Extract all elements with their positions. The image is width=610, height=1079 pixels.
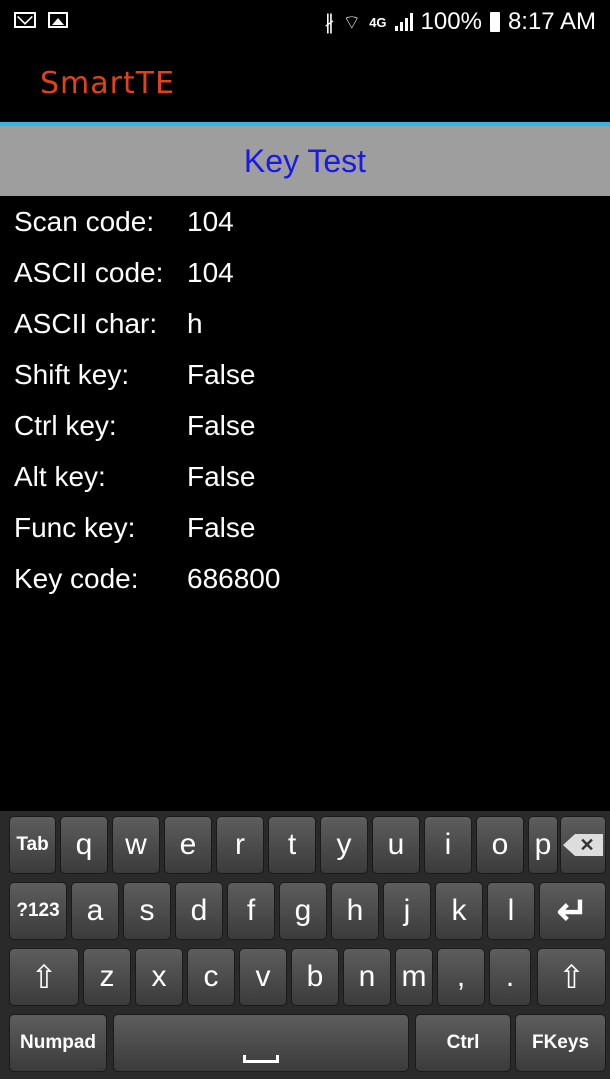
key-x[interactable]: x (135, 948, 183, 1006)
enter-icon: ↵ (556, 890, 589, 933)
info-row-ascii-char: ASCII char: h (0, 298, 610, 349)
info-value: False (187, 460, 256, 492)
key-comma[interactable]: , (437, 948, 485, 1006)
key-shift-right[interactable]: ⇧ (537, 948, 606, 1006)
key-i[interactable]: i (424, 816, 472, 874)
info-value: False (187, 511, 256, 543)
space-icon (243, 1055, 279, 1063)
key-r[interactable]: r (216, 816, 264, 874)
screen-header: Key Test (0, 126, 610, 196)
key-space[interactable] (113, 1014, 409, 1072)
info-label: Shift key: (14, 358, 130, 390)
info-label: ASCII code: (14, 256, 164, 288)
keyboard-row-1: Tab q w e r t y u i o p ✕ (0, 816, 610, 876)
key-enter[interactable]: ↵ (539, 882, 606, 940)
key-c[interactable]: c (187, 948, 235, 1006)
key-numpad[interactable]: Numpad (9, 1014, 107, 1072)
info-value: 686800 (187, 562, 281, 594)
info-value: 104 (187, 205, 234, 237)
key-m[interactable]: m (395, 948, 433, 1006)
image-icon (48, 12, 68, 28)
key-h[interactable]: h (331, 882, 379, 940)
key-z[interactable]: z (83, 948, 131, 1006)
key-y[interactable]: y (320, 816, 368, 874)
key-v[interactable]: v (239, 948, 287, 1006)
key-info-list: Scan code: 104 ASCII code: 104 ASCII cha… (0, 196, 610, 604)
signal-icon (394, 13, 413, 31)
clock: 8:17 AM (507, 8, 596, 35)
key-backspace[interactable]: ✕ (560, 816, 606, 874)
info-row-ascii-code: ASCII code: 104 (0, 247, 610, 298)
key-q[interactable]: q (60, 816, 108, 874)
keyboard-row-2: ?123 a s d f g h j k l ↵ (0, 882, 610, 942)
keyboard-row-3: ⇧ z x c v b n m , . ⇧ (0, 948, 610, 1008)
key-n[interactable]: n (343, 948, 391, 1006)
key-w[interactable]: w (112, 816, 160, 874)
info-row-alt-key: Alt key: False (0, 451, 610, 502)
info-value: 104 (187, 256, 234, 288)
key-f[interactable]: f (227, 882, 275, 940)
network-4g-icon: 4G (369, 14, 387, 30)
key-s[interactable]: s (123, 882, 171, 940)
info-label: Ctrl key: (14, 409, 117, 441)
key-a[interactable]: a (71, 882, 119, 940)
info-row-ctrl-key: Ctrl key: False (0, 400, 610, 451)
key-b[interactable]: b (291, 948, 339, 1006)
key-l[interactable]: l (487, 882, 535, 940)
keyboard-row-4: Numpad Ctrl FKeys (0, 1014, 610, 1074)
key-fkeys[interactable]: FKeys (515, 1014, 606, 1072)
screen-title: Key Test (243, 142, 367, 179)
battery-icon (489, 12, 500, 32)
info-label: Key code: (14, 562, 139, 594)
battery-percent: 100% (420, 8, 482, 35)
key-symbols[interactable]: ?123 (9, 882, 67, 940)
key-k[interactable]: k (435, 882, 483, 940)
key-t[interactable]: t (268, 816, 316, 874)
info-value: h (187, 307, 203, 339)
info-label: Func key: (14, 511, 136, 543)
key-tab[interactable]: Tab (9, 816, 56, 874)
bluetooth-icon: ∦ (324, 11, 335, 34)
info-value: False (187, 358, 256, 390)
key-u[interactable]: u (372, 816, 420, 874)
status-bar: ∦ ⌔ 4G 100% 8:17 AM (0, 0, 610, 46)
info-row-key-code: Key code: 686800 (0, 553, 610, 604)
info-value: False (187, 409, 256, 441)
key-shift-left[interactable]: ⇧ (9, 948, 79, 1006)
key-j[interactable]: j (383, 882, 431, 940)
soft-keyboard: Tab q w e r t y u i o p ✕ ?123 a s d f g… (0, 811, 610, 1079)
shift-icon: ⇧ (558, 959, 585, 995)
mail-icon (14, 12, 36, 28)
app-bar: SmartTE (0, 46, 610, 122)
key-o[interactable]: o (476, 816, 524, 874)
key-period[interactable]: . (489, 948, 531, 1006)
key-g[interactable]: g (279, 882, 327, 940)
info-label: Alt key: (14, 460, 106, 492)
app-title: SmartTE (40, 66, 176, 101)
info-label: Scan code: (14, 205, 155, 237)
key-ctrl[interactable]: Ctrl (415, 1014, 511, 1072)
info-row-func-key: Func key: False (0, 502, 610, 553)
info-label: ASCII char: (14, 307, 158, 339)
shift-icon: ⇧ (30, 959, 58, 995)
key-d[interactable]: d (175, 882, 223, 940)
info-row-shift-key: Shift key: False (0, 349, 610, 400)
key-p[interactable]: p (528, 816, 558, 874)
key-e[interactable]: e (164, 816, 212, 874)
wifi-icon: ⌔ (342, 11, 362, 34)
backspace-icon: ✕ (563, 834, 603, 856)
info-row-scan-code: Scan code: 104 (0, 196, 610, 247)
